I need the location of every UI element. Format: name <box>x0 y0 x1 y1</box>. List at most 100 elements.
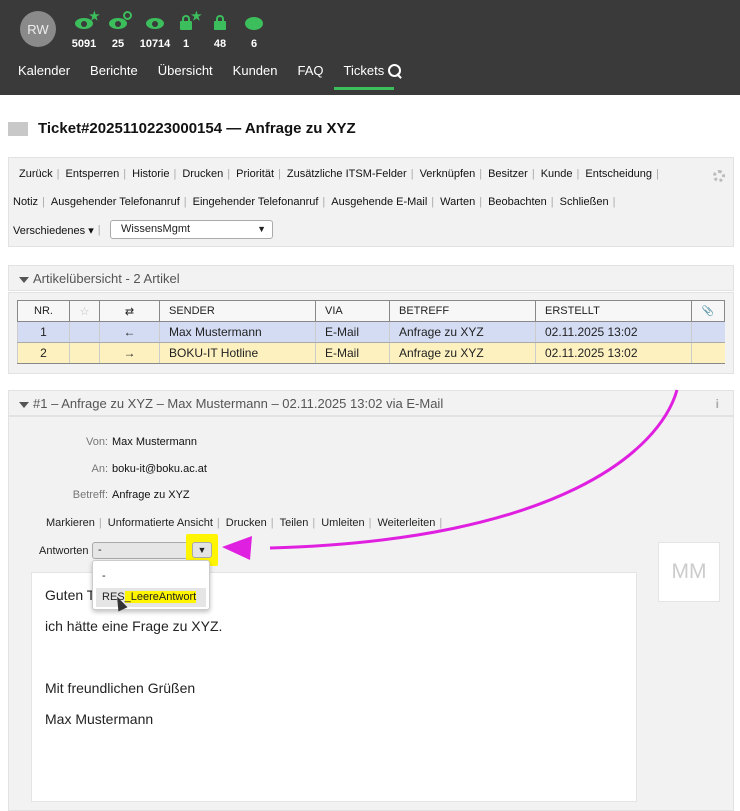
action-beobachten[interactable]: Beobachten <box>488 196 547 208</box>
stat-lock[interactable]: 48 <box>203 12 237 50</box>
chevron-down-icon: ▼ <box>257 224 266 234</box>
nav-kunden[interactable]: Kunden <box>223 62 288 90</box>
stat-eye[interactable]: 10714 <box>138 12 172 50</box>
nav-tickets[interactable]: Tickets <box>333 62 395 90</box>
queue-select[interactable]: WissensMgmt ▼ <box>110 220 273 239</box>
sender-avatar: MM <box>658 542 720 602</box>
reply-option-empty[interactable]: - <box>102 570 106 582</box>
reply-dropdown: - RES_LeereAntwort <box>92 560 210 610</box>
col-via[interactable]: VIA <box>315 300 390 322</box>
eye-clock-icon <box>101 11 135 34</box>
action-historie[interactable]: Historie <box>132 168 169 180</box>
stat-lock-star[interactable]: ★ 1 <box>169 10 203 50</box>
action-verknuepfen[interactable]: Verknüpfen <box>420 168 476 180</box>
from-value: Max Mustermann <box>112 436 197 448</box>
nav-berichte[interactable]: Berichte <box>80 62 148 90</box>
action-itsm-felder[interactable]: Zusätzliche ITSM-Felder <box>287 168 407 180</box>
cell-created: 02.11.2025 13:02 <box>535 321 692 343</box>
article-table: NR. ☆ ⇄ SENDER VIA BETREFF ERSTELLT 📎 1 … <box>17 300 725 364</box>
article-overview-header[interactable]: Artikelübersicht - 2 Artikel <box>8 265 734 291</box>
action-entscheidung[interactable]: Entscheidung <box>585 168 652 180</box>
action-warten[interactable]: Warten <box>440 196 475 208</box>
nav-uebersicht[interactable]: Übersicht <box>148 62 223 90</box>
stat-eye-clock[interactable]: 25 <box>101 11 135 50</box>
reply-label: Antworten <box>39 545 89 557</box>
queue-select-value: WissensMgmt <box>121 223 191 235</box>
col-sender[interactable]: SENDER <box>159 300 316 322</box>
collapse-triangle-icon[interactable] <box>19 401 29 408</box>
action-eingehender-anruf[interactable]: Eingehender Telefonanruf <box>193 196 319 208</box>
gear-icon[interactable] <box>713 170 725 182</box>
paperclip-icon: 📎 <box>691 300 725 322</box>
action-umleiten[interactable]: Umleiten <box>321 517 364 529</box>
arrow-left-icon: ← <box>99 321 160 343</box>
eye-icon <box>138 12 172 34</box>
to-value: boku-it@boku.ac.at <box>112 463 207 475</box>
action-verschiedenes[interactable]: Verschiedenes ▾ <box>13 224 94 237</box>
eye-star-icon: ★ <box>67 10 101 34</box>
cell-attachment <box>691 342 725 364</box>
article-table-wrap: NR. ☆ ⇄ SENDER VIA BETREFF ERSTELLT 📎 1 … <box>8 292 734 374</box>
action-drucken[interactable]: Drucken <box>226 517 267 529</box>
star-icon[interactable]: ☆ <box>69 300 100 322</box>
subject-value: Anfrage zu XYZ <box>112 489 190 501</box>
chevron-down-icon[interactable]: ▼ <box>192 542 212 558</box>
direction-icon[interactable]: ⇄ <box>99 300 160 322</box>
top-bar: RW ★ 5091 25 10714 ★ 1 48 6 Kalender Ber… <box>0 0 740 95</box>
search-icon[interactable] <box>388 64 402 78</box>
body-line-2: ich hätte eine Frage zu XYZ. <box>45 618 223 634</box>
stat-value: 10714 <box>139 38 171 50</box>
action-besitzer[interactable]: Besitzer <box>488 168 528 180</box>
cell-sender: Max Mustermann <box>159 321 316 343</box>
table-row[interactable]: 2 → BOKU-IT Hotline E-Mail Anfrage zu XY… <box>17 342 725 364</box>
action-schliessen[interactable]: Schließen <box>560 196 609 208</box>
stat-chat[interactable]: 6 <box>237 12 271 50</box>
action-ausgehender-anruf[interactable]: Ausgehender Telefonanruf <box>51 196 180 208</box>
action-prioritaet[interactable]: Priorität <box>236 168 274 180</box>
nav-kalender[interactable]: Kalender <box>8 62 80 90</box>
stat-value: 48 <box>213 38 227 50</box>
lock-icon <box>203 12 237 34</box>
arrow-right-icon: → <box>99 342 160 364</box>
action-weiterleiten[interactable]: Weiterleiten <box>377 517 435 529</box>
col-betreff[interactable]: BETREFF <box>389 300 536 322</box>
article-detail: i Von: Max Mustermann An: boku-it@boku.a… <box>8 397 734 811</box>
action-entsperren[interactable]: Entsperren <box>65 168 119 180</box>
stat-value: 25 <box>111 38 125 50</box>
action-kunde[interactable]: Kunde <box>541 168 573 180</box>
action-drucken[interactable]: Drucken <box>182 168 223 180</box>
subject-label: Betreff: <box>72 489 108 501</box>
cell-subject: Anfrage zu XYZ <box>389 342 536 364</box>
cell-nr: 2 <box>17 342 70 364</box>
to-label: An: <box>91 463 108 475</box>
stat-eye-star[interactable]: ★ 5091 <box>67 10 101 50</box>
cell-via: E-Mail <box>315 321 390 343</box>
action-notiz[interactable]: Notiz <box>13 196 38 208</box>
from-label: Von: <box>85 436 108 448</box>
action-unformatierte-ansicht[interactable]: Unformatierte Ansicht <box>108 517 213 529</box>
stat-value: 1 <box>182 38 190 50</box>
nav-faq[interactable]: FAQ <box>288 62 334 90</box>
main-nav: Kalender Berichte Übersicht Kunden FAQ T… <box>8 62 394 90</box>
action-markieren[interactable]: Markieren <box>46 517 95 529</box>
reply-select-value: - <box>98 544 102 556</box>
table-row[interactable]: 1 ← Max Mustermann E-Mail Anfrage zu XYZ… <box>17 321 725 343</box>
stat-value: 6 <box>250 38 258 50</box>
action-row-2: Notiz | Ausgehender Telefonanruf | Eingehe… <box>13 196 616 208</box>
collapse-triangle-icon[interactable] <box>19 276 29 283</box>
article-detail-header[interactable]: #1 – Anfrage zu XYZ – Max Mustermann – 0… <box>8 390 734 416</box>
cell-subject: Anfrage zu XYZ <box>389 321 536 343</box>
info-icon[interactable]: i <box>716 397 719 411</box>
body-line-3: Mit freundlichen Grüßen <box>45 680 196 696</box>
avatar[interactable]: RW <box>20 11 56 47</box>
chat-bubble-icon <box>237 12 271 34</box>
ticket-action-bar: Zurück | Entsperren | Historie | Drucken | P… <box>8 157 734 247</box>
action-zurueck[interactable]: Zurück <box>19 168 53 180</box>
lock-star-icon: ★ <box>169 10 203 34</box>
action-teilen[interactable]: Teilen <box>280 517 309 529</box>
cell-attachment <box>691 321 725 343</box>
col-nr[interactable]: NR. <box>17 300 70 322</box>
action-ausgehende-email[interactable]: Ausgehende E-Mail <box>331 196 427 208</box>
col-erstellt[interactable]: ERSTELLT <box>535 300 692 322</box>
cell-star <box>69 342 100 364</box>
